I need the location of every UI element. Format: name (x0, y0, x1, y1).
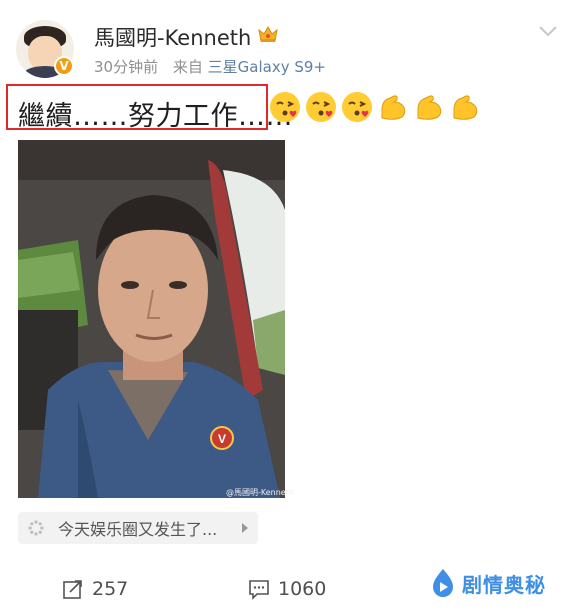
svg-text:V: V (218, 432, 226, 446)
spinner-icon (28, 520, 44, 536)
device-link[interactable]: 三星Galaxy S9+ (208, 58, 326, 76)
topic-chip-label: 今天娱乐圈又发生了... (58, 520, 218, 539)
comment-button[interactable]: 1060 (248, 578, 326, 600)
kiss-face-icon (270, 92, 300, 122)
brand-name: 剧情奥秘 (462, 572, 546, 597)
post-photo[interactable]: V (18, 140, 285, 498)
brand-logo-icon (433, 569, 453, 597)
photo-watermark: @馬國明-Kenneth (226, 488, 294, 497)
source-prefix: 来自 (172, 58, 203, 76)
comment-icon (249, 580, 269, 600)
post-time: 30分钟前 (94, 58, 159, 76)
flexed-biceps-icon (381, 95, 406, 120)
topic-chip[interactable]: 今天娱乐圈又发生了... (18, 512, 258, 544)
flexed-biceps-icon (417, 95, 442, 120)
kiss-face-icon (306, 92, 336, 122)
comment-count: 1060 (278, 578, 327, 600)
post-meta: 30分钟前 来自 三星Galaxy S9+ (94, 56, 326, 77)
repost-count: 257 (92, 578, 129, 600)
repost-button[interactable]: 257 (62, 578, 128, 600)
chevron-right-icon (242, 523, 248, 533)
crown-icon (258, 25, 278, 42)
verified-badge-icon: V (54, 56, 74, 76)
emoji-row (268, 90, 482, 124)
highlight-box (6, 84, 268, 130)
selfie-image: V (18, 140, 285, 498)
flexed-biceps-icon (453, 95, 478, 120)
username[interactable]: 馬國明-Kenneth (94, 22, 251, 52)
repost-icon (63, 580, 82, 599)
kiss-face-icon (342, 92, 372, 122)
brand-watermark: 剧情奥秘 (430, 568, 546, 598)
chevron-down-icon[interactable] (538, 24, 558, 38)
